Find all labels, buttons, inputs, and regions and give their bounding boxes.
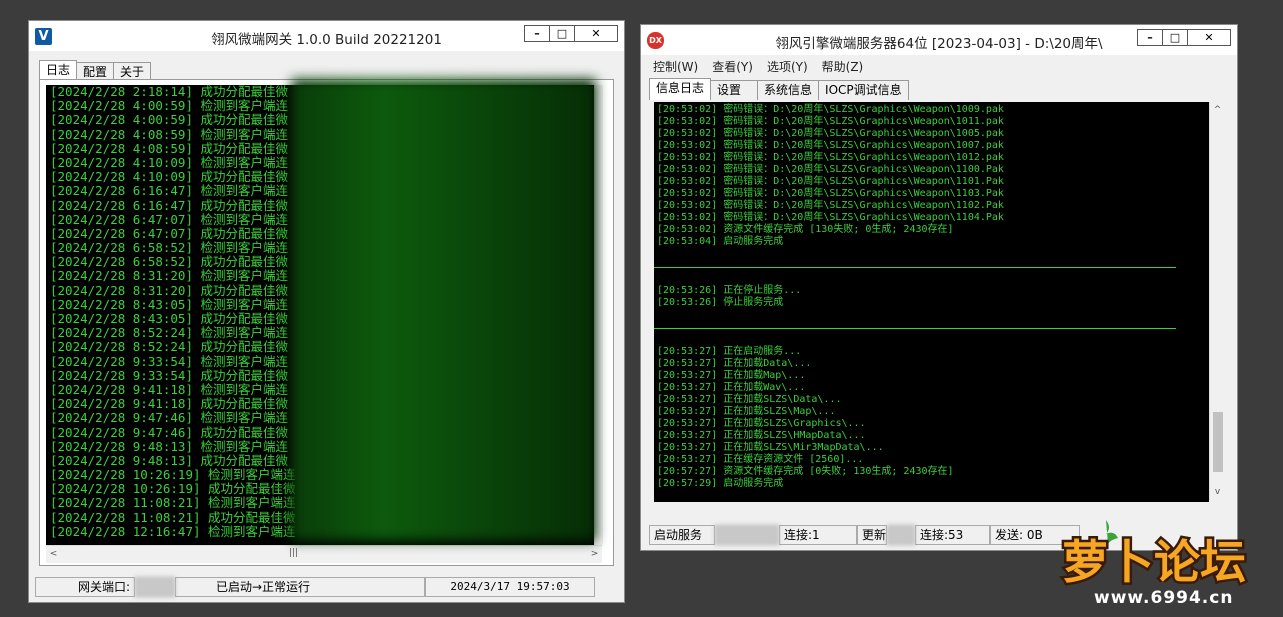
gateway-port-value <box>135 577 175 597</box>
watermark-url: www.6994.cn <box>1094 588 1234 608</box>
gateway-port-label: 网关端口: <box>35 577 135 597</box>
server-log-vscroll[interactable]: ^ v <box>1209 102 1226 500</box>
gateway-time: 2024/3/17 19:57:03 <box>425 577 595 597</box>
close-button[interactable]: ✕ <box>574 25 618 42</box>
server-log-line: [20:53:27] 正在加载SLZS\Graphics\... <box>657 418 866 429</box>
server-log-line: [20:53:27] 正在加载Map\... <box>657 370 806 381</box>
server-log-line: [20:57:29] 启动服务完成 <box>657 478 784 489</box>
server-window: DX 翎风引擎微端服务器64位 [2023-04-03] - D:\20周年\ … <box>640 24 1238 551</box>
server-log-line: [20:53:02] 密码错误：D:\20周年\SLZS\Graphics\We… <box>657 116 1004 127</box>
scroll-up-icon[interactable]: ^ <box>1210 105 1225 115</box>
minimize-button[interactable]: – <box>1137 29 1163 46</box>
server-log-line: [20:53:27] 正在启动服务... <box>657 346 802 357</box>
menu-view[interactable]: 查看(Y) <box>712 58 753 75</box>
gateway-state: 已启动→正常运行 <box>175 577 425 597</box>
server-log-line: [20:53:02] 密码错误：D:\20周年\SLZS\Graphics\We… <box>657 152 1004 163</box>
server-log-line: [20:53:26] 停止服务完成 <box>657 297 784 308</box>
server-log-line: [20:57:27] 资源文件缓存完成 [0失败; 130生成; 2430存在] <box>657 466 954 477</box>
server-log-line: [20:53:02] 密码错误：D:\20周年\SLZS\Graphics\We… <box>657 128 1004 139</box>
gateway-window: V 翎风微端网关 1.0.0 Build 20221201 – □ ✕ 日志 配… <box>28 20 625 603</box>
scroll-right-icon[interactable]: > <box>587 549 602 559</box>
maximize-button[interactable]: □ <box>549 25 575 42</box>
gateway-titlebar[interactable]: V 翎风微端网关 1.0.0 Build 20221201 – □ ✕ <box>29 21 624 51</box>
redacted-area <box>291 79 596 541</box>
tab-info-log[interactable]: 信息日志 <box>649 78 712 100</box>
server-log-line: [20:53:26] 正在停止服务... <box>657 285 802 296</box>
tab-iocp-debug[interactable]: IOCP调试信息 <box>818 80 909 100</box>
scroll-grip-icon[interactable]: ||| <box>286 548 301 558</box>
start-service-button[interactable]: 启动服务 <box>649 525 715 545</box>
server-log-line: [20:53:02] 资源文件缓存完成 [130失败; 0生成; 2430存在] <box>657 224 954 235</box>
server-log-line: [20:53:27] 正在加载SLZS\HMapData\... <box>657 430 866 441</box>
scroll-thumb[interactable] <box>1213 412 1223 472</box>
server-log-line: [20:53:02] 密码错误：D:\20周年\SLZS\Graphics\We… <box>657 212 1004 223</box>
tab-system-info[interactable]: 系统信息 <box>757 80 820 100</box>
server-log-line: [20:53:27] 正在加载SLZS\Data\... <box>657 394 842 405</box>
server-log[interactable]: [20:53:02] 密码错误：D:\20周年\SLZS\Graphics\We… <box>654 102 1209 502</box>
maximize-button[interactable]: □ <box>1162 29 1188 46</box>
tab-settings[interactable]: 设置 <box>710 80 759 100</box>
server-titlebar[interactable]: DX 翎风引擎微端服务器64位 [2023-04-03] - D:\20周年\ … <box>641 25 1237 55</box>
server-log-line: [20:53:02] 密码错误：D:\20周年\SLZS\Graphics\We… <box>657 164 1004 175</box>
server-log-line: [20:53:04] 启动服务完成 <box>657 236 784 247</box>
server-log-line: [20:53:02] 密码错误：D:\20周年\SLZS\Graphics\We… <box>657 188 1004 199</box>
server-log-line: [20:53:02] 密码错误：D:\20周年\SLZS\Graphics\We… <box>657 200 1004 211</box>
connection-count-2: 连接:53 <box>915 525 990 545</box>
redacted-status <box>715 525 779 545</box>
connection-count-1: 连接:1 <box>779 525 857 545</box>
menu-help[interactable]: 帮助(Z) <box>822 58 864 75</box>
watermark-logo: 萝卜论坛 www.6994.cn <box>1032 514 1277 614</box>
server-log-line: [20:53:02] 密码错误：D:\20周年\SLZS\Graphics\We… <box>657 140 1004 151</box>
server-log-line: [20:53:27] 正在加载SLZS\Mir3MapData\... <box>657 442 884 453</box>
server-log-line: [20:53:27] 正在加载Data\... <box>657 358 812 369</box>
server-log-line: [20:53:27] 正在加载SLZS\Map\... <box>657 406 836 417</box>
menu-control[interactable]: 控制(W) <box>653 58 698 75</box>
server-log-line: [20:53:27] 正在加载Wav\... <box>657 382 806 393</box>
minimize-button[interactable]: – <box>524 25 550 42</box>
update-value <box>887 525 915 545</box>
server-log-line: [20:53:27] 正在缓存资源文件 [2560]... <box>657 454 864 465</box>
svg-text:萝卜论坛: 萝卜论坛 <box>1062 535 1246 589</box>
server-log-line: [20:53:02] 密码错误：D:\20周年\SLZS\Graphics\We… <box>657 176 1004 187</box>
menu-options[interactable]: 选项(Y) <box>767 58 808 75</box>
scroll-down-icon[interactable]: v <box>1210 487 1225 497</box>
update-label: 更新 <box>857 525 887 545</box>
scroll-left-icon[interactable]: < <box>46 549 61 559</box>
gateway-log-hscroll[interactable]: < ||| > <box>46 545 602 563</box>
server-log-line: [20:53:02] 密码错误：D:\20周年\SLZS\Graphics\We… <box>657 104 1004 115</box>
close-button[interactable]: ✕ <box>1187 29 1231 46</box>
